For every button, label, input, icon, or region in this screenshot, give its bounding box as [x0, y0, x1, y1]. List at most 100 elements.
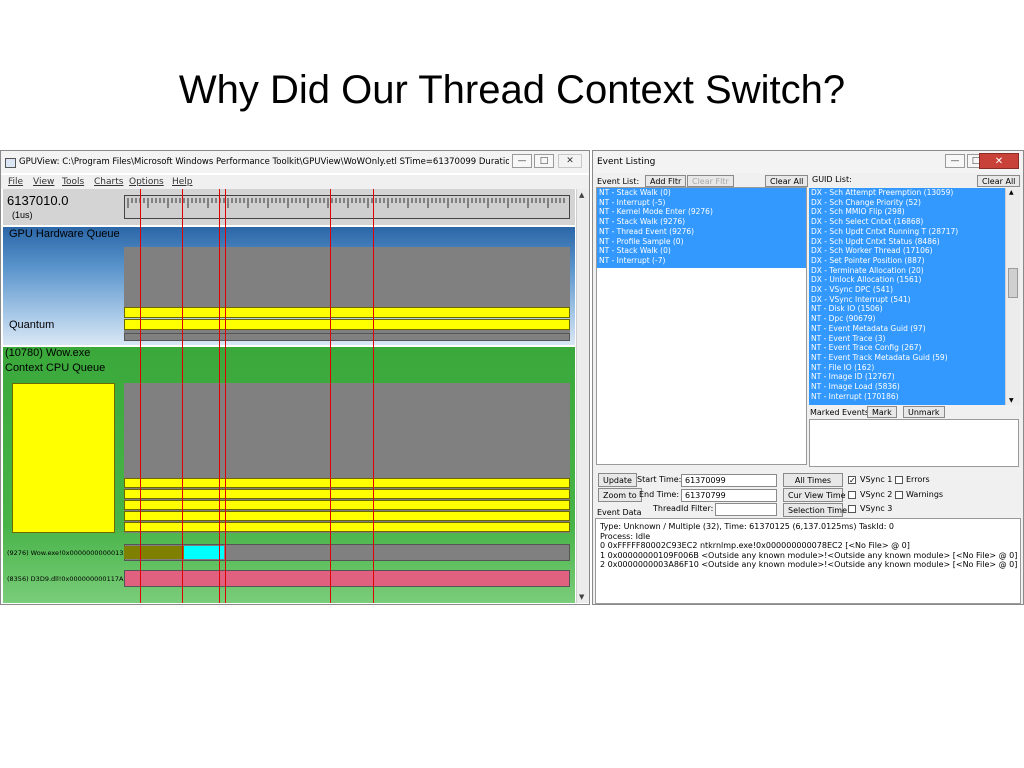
all-times-button[interactable]: All Times: [783, 473, 843, 487]
list-item[interactable]: DX - Set Pointer Position (887): [809, 256, 1005, 266]
vsync2-checkbox[interactable]: [848, 491, 856, 499]
list-item[interactable]: DX - VSync DPC (541): [809, 285, 1005, 295]
gpu-queue-track: [124, 247, 570, 307]
event-detail-line: 2 0x0000000003A86F10 <Outside any known …: [600, 560, 1018, 569]
list-item[interactable]: NT - Disk IO (1506): [809, 304, 1005, 314]
list-item[interactable]: NT - Image ID (12767): [809, 372, 1005, 382]
close-icon[interactable]: ✕: [558, 154, 582, 168]
gpu-packet-1[interactable]: [124, 307, 570, 318]
list-item[interactable]: DX - Sch Worker Thread (17106): [809, 246, 1005, 256]
scroll-up-icon[interactable]: ▲: [1009, 189, 1014, 196]
thread-9276-activity[interactable]: [124, 546, 184, 559]
update-button[interactable]: Update: [598, 473, 637, 487]
errors-checkbox[interactable]: [895, 476, 903, 484]
menu-charts[interactable]: Charts: [94, 175, 123, 189]
minimize-icon[interactable]: —: [945, 154, 965, 168]
event-clear-all-button[interactable]: Clear All: [765, 175, 809, 187]
marked-events-list[interactable]: [809, 419, 1019, 467]
zoom-to-button[interactable]: Zoom to: [598, 488, 642, 502]
list-item[interactable]: NT - Event Trace (3): [809, 334, 1005, 344]
time-value: 6137010.0: [7, 193, 69, 208]
thread-9276-label: (9276) Wow.exe!0x000000000001326: [7, 549, 132, 557]
errors-label: Errors: [906, 475, 930, 484]
event-detail-line: Type: Unknown / Multiple (32), Time: 613…: [600, 522, 895, 531]
event-list[interactable]: NT - Stack Walk (0) NT - Interrupt (-5) …: [597, 188, 806, 268]
start-time-input[interactable]: 61370099: [681, 474, 777, 487]
list-item[interactable]: DX - Unlock Allocation (1561): [809, 275, 1005, 285]
list-item[interactable]: DX - Sch Change Priority (52): [809, 198, 1005, 208]
list-item[interactable]: NT - Interrupt (170186): [809, 392, 1005, 402]
close-icon[interactable]: ✕: [979, 153, 1019, 169]
list-item[interactable]: DX - Sch Attempt Preemption (13059): [809, 188, 1005, 198]
list-item[interactable]: NT - Image Load (5836): [809, 382, 1005, 392]
timeline-canvas[interactable]: 6137010.0 (1us) GPU Hardware Queue Quant…: [3, 189, 575, 603]
time-ruler[interactable]: [124, 195, 570, 219]
add-filter-button[interactable]: Add Fltr: [645, 175, 687, 187]
scroll-down-icon[interactable]: ▼: [1009, 397, 1014, 404]
minimize-icon[interactable]: —: [512, 154, 532, 168]
guid-clear-all-button[interactable]: Clear All: [977, 175, 1021, 187]
cpu-packet-1[interactable]: [124, 478, 570, 488]
scroll-thumb[interactable]: [1008, 268, 1018, 298]
menu-help[interactable]: Help: [172, 175, 193, 189]
list-item[interactable]: DX - VSync Interrupt (541): [809, 295, 1005, 305]
list-item[interactable]: NT - Stack Walk (0): [597, 246, 806, 256]
list-item[interactable]: DX - Sch Updt Cntxt Running T (28717): [809, 227, 1005, 237]
guid-list[interactable]: DX - Sch Attempt Preemption (13059) DX -…: [809, 188, 1005, 405]
list-item[interactable]: NT - Event Track Metadata Guid (59): [809, 353, 1005, 363]
end-time-input[interactable]: 61370799: [681, 489, 777, 502]
event-data-panel[interactable]: Type: Unknown / Multiple (32), Time: 613…: [595, 518, 1021, 604]
thread-9276-selected-activity[interactable]: [184, 546, 224, 559]
selection-time-button[interactable]: Selection Time: [783, 503, 847, 517]
cpu-queue-label: Context CPU Queue: [5, 362, 106, 374]
vsync1-checkbox[interactable]: ✓: [848, 476, 856, 485]
list-item[interactable]: NT - Stack Walk (0): [597, 188, 806, 198]
clear-filter-button[interactable]: Clear Fltr: [687, 175, 734, 187]
gpu-packet-2[interactable]: [124, 319, 570, 330]
vsync1-label: VSync 1: [860, 475, 893, 484]
list-item[interactable]: NT - Event Metadata Guid (97): [809, 324, 1005, 334]
list-item[interactable]: NT - Kernel Mode Enter (9276): [597, 207, 806, 217]
time-ruler-panel: 6137010.0 (1us): [3, 189, 575, 225]
mark-button[interactable]: Mark: [867, 406, 897, 418]
maximize-icon[interactable]: □: [534, 154, 554, 168]
event-listing-window: Event Listing — □ ✕ Event List: Add Fltr…: [592, 150, 1024, 605]
slide-title: Why Did Our Thread Context Switch?: [178, 68, 846, 112]
menu-view[interactable]: View: [33, 175, 54, 189]
list-item[interactable]: NT - Interrupt (-5): [597, 198, 806, 208]
cpu-packet-3[interactable]: [124, 500, 570, 510]
menu-options[interactable]: Options: [129, 175, 164, 189]
list-item[interactable]: DX - Terminate Allocation (20): [809, 266, 1005, 276]
gpuview-vertical-scrollbar[interactable]: ▲ ▼: [576, 189, 589, 603]
list-item[interactable]: DX - Sch Select Cntxt (16868): [809, 217, 1005, 227]
cpu-packet-5[interactable]: [124, 522, 570, 532]
menu-tools[interactable]: Tools: [62, 175, 84, 189]
thread-8356-activity[interactable]: [124, 570, 570, 587]
unmark-button[interactable]: Unmark: [903, 406, 945, 418]
threadid-filter-label: ThreadId Filter:: [653, 504, 714, 513]
list-item[interactable]: NT - Thread Event (9276): [597, 227, 806, 237]
warnings-checkbox[interactable]: [895, 491, 903, 499]
list-item[interactable]: NT - File IO (162): [809, 363, 1005, 373]
cpu-queue-depth-block[interactable]: [12, 383, 115, 533]
threadid-filter-input[interactable]: [715, 503, 777, 516]
list-item[interactable]: NT - Event Trace Config (267): [809, 343, 1005, 353]
list-item[interactable]: NT - Interrupt (-7): [597, 256, 806, 266]
time-unit: (1us): [12, 210, 33, 220]
list-item[interactable]: DX - Sch MMIO Flip (298): [809, 207, 1005, 217]
guid-list-scrollbar[interactable]: ▲ ▼: [1005, 188, 1020, 405]
cur-view-time-button[interactable]: Cur View Time: [783, 488, 846, 502]
vsync3-checkbox[interactable]: [848, 505, 856, 513]
list-item[interactable]: NT - Stack Walk (9276): [597, 217, 806, 227]
list-item[interactable]: NT - Dpc (90679): [809, 314, 1005, 324]
scroll-up-icon[interactable]: ▲: [579, 191, 584, 199]
menu-file[interactable]: File: [8, 175, 23, 189]
list-item[interactable]: DX - Sch Updt Cntxt Status (8486): [809, 237, 1005, 247]
scroll-down-icon[interactable]: ▼: [579, 593, 584, 601]
event-list-label: Event List:: [597, 177, 640, 186]
event-listing-title: Event Listing: [597, 157, 656, 167]
list-item[interactable]: NT - Profile Sample (0): [597, 237, 806, 247]
cpu-packet-2[interactable]: [124, 489, 570, 499]
cpu-packet-4[interactable]: [124, 511, 570, 521]
process-label: (10780) Wow.exe: [5, 347, 91, 359]
